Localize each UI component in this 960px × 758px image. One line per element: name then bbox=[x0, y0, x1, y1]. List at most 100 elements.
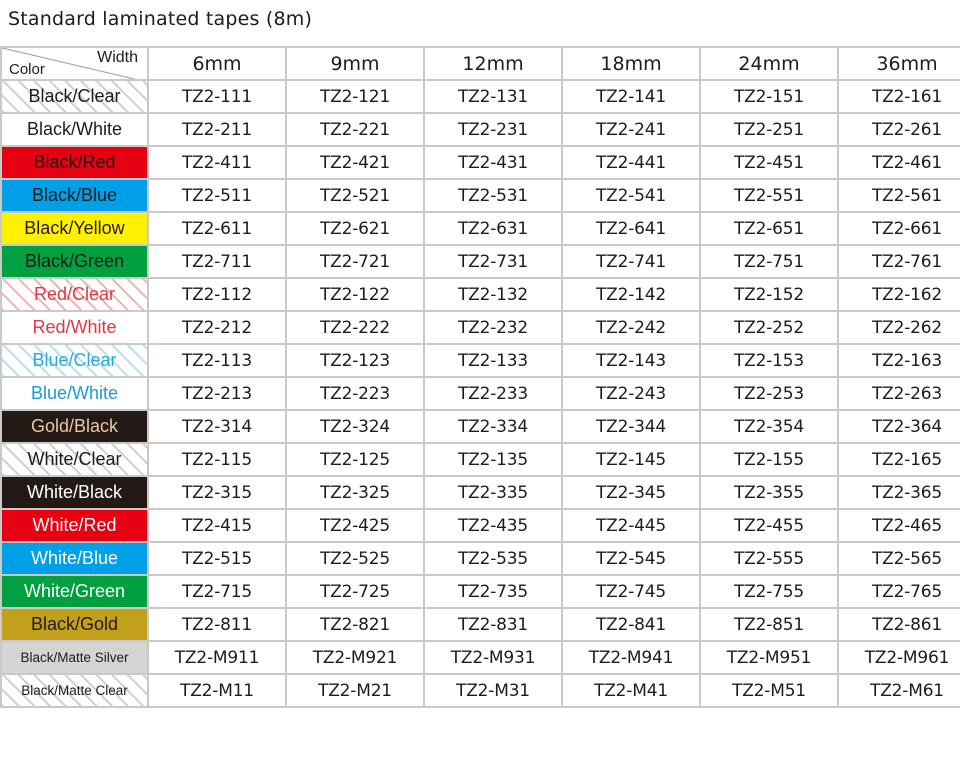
color-swatch-label: Black/Gold bbox=[30, 614, 119, 634]
color-swatch-cell: Blue/White bbox=[2, 378, 147, 409]
part-number-cell: TZ2-232 bbox=[425, 312, 561, 343]
color-swatch-cell: Blue/Clear bbox=[2, 345, 147, 376]
table-row: Red/White TZ2-212 TZ2-222 TZ2-232 TZ2-242 TZ2… bbox=[2, 312, 960, 343]
part-number-cell: TZ2-831 bbox=[425, 609, 561, 640]
part-number-cell: TZ2-M21 bbox=[287, 675, 423, 706]
part-number-cell: TZ2-345 bbox=[563, 477, 699, 508]
part-number-cell: TZ2-631 bbox=[425, 213, 561, 244]
tape-chart-page: Standard laminated tapes (8m) Width Colo… bbox=[0, 0, 960, 758]
table-row: Black/White TZ2-211 TZ2-221 TZ2-231 TZ2-241 T… bbox=[2, 114, 960, 145]
part-number-cell: TZ2-611 bbox=[149, 213, 285, 244]
part-number-cell: TZ2-641 bbox=[563, 213, 699, 244]
part-number-cell: TZ2-511 bbox=[149, 180, 285, 211]
table-row: Blue/White TZ2-213 TZ2-223 TZ2-233 TZ2-243 TZ… bbox=[2, 378, 960, 409]
color-swatch-label: Black/White bbox=[26, 119, 123, 139]
part-number-cell: TZ2-212 bbox=[149, 312, 285, 343]
part-number-cell: TZ2-222 bbox=[287, 312, 423, 343]
part-number-cell: TZ2-241 bbox=[563, 114, 699, 145]
part-number-cell: TZ2-461 bbox=[839, 147, 960, 178]
part-number-cell: TZ2-161 bbox=[839, 81, 960, 112]
part-number-cell: TZ2-252 bbox=[701, 312, 837, 343]
table-row: Black/Green TZ2-711 TZ2-721 TZ2-731 TZ2-741 T… bbox=[2, 246, 960, 277]
header-width-label: Width bbox=[97, 49, 138, 66]
color-swatch-cell: Black/Red bbox=[2, 147, 147, 178]
color-swatch-label: White/Red bbox=[32, 515, 117, 535]
color-swatch-label: Gold/Black bbox=[30, 416, 119, 436]
table-row: Black/Matte Silver TZ2-M911 TZ2-M921 TZ2-M9… bbox=[2, 642, 960, 673]
part-number-cell: TZ2-113 bbox=[149, 345, 285, 376]
part-number-cell: TZ2-M31 bbox=[425, 675, 561, 706]
part-number-cell: TZ2-465 bbox=[839, 510, 960, 541]
color-swatch-label: Black/Matte Silver bbox=[20, 650, 129, 665]
part-number-cell: TZ2-525 bbox=[287, 543, 423, 574]
part-number-cell: TZ2-125 bbox=[287, 444, 423, 475]
color-swatch-cell: Black/Matte Silver bbox=[2, 642, 147, 673]
part-number-cell: TZ2-721 bbox=[287, 246, 423, 277]
table-row: Blue/Clear TZ2-113 TZ2-123 TZ2-133 TZ2-143 TZ… bbox=[2, 345, 960, 376]
color-swatch-label: White/Clear bbox=[27, 449, 122, 469]
part-number-cell: TZ2-131 bbox=[425, 81, 561, 112]
table-row: Gold/Black TZ2-314 TZ2-324 TZ2-334 TZ2-344 TZ… bbox=[2, 411, 960, 442]
header-width-24mm: 24mm bbox=[701, 48, 837, 79]
part-number-cell: TZ2-355 bbox=[701, 477, 837, 508]
part-number-cell: TZ2-431 bbox=[425, 147, 561, 178]
header-corner-cell: Width Color bbox=[2, 48, 147, 79]
part-number-cell: TZ2-425 bbox=[287, 510, 423, 541]
part-number-cell: TZ2-761 bbox=[839, 246, 960, 277]
color-swatch-cell: Black/Blue bbox=[2, 180, 147, 211]
color-swatch-cell: White/Blue bbox=[2, 543, 147, 574]
table-row: White/Blue TZ2-515 TZ2-525 TZ2-535 TZ2-545 TZ… bbox=[2, 543, 960, 574]
table-row: White/Clear TZ2-115 TZ2-125 TZ2-135 TZ2-145 T… bbox=[2, 444, 960, 475]
part-number-cell: TZ2-515 bbox=[149, 543, 285, 574]
part-number-cell: TZ2-M61 bbox=[839, 675, 960, 706]
part-number-cell: TZ2-M951 bbox=[701, 642, 837, 673]
part-number-cell: TZ2-231 bbox=[425, 114, 561, 145]
color-swatch-label: Black/Red bbox=[33, 152, 116, 172]
part-number-cell: TZ2-112 bbox=[149, 279, 285, 310]
color-swatch-cell: Red/White bbox=[2, 312, 147, 343]
color-swatch-label: Black/Clear bbox=[28, 86, 121, 106]
tape-part-number-table: Width Color 6mm 9mm 12mm 18mm 24mm 36mm … bbox=[0, 46, 960, 708]
part-number-cell: TZ2-251 bbox=[701, 114, 837, 145]
color-swatch-label: Red/Clear bbox=[33, 284, 116, 304]
part-number-cell: TZ2-M911 bbox=[149, 642, 285, 673]
color-swatch-label: Blue/White bbox=[30, 383, 119, 403]
part-number-cell: TZ2-143 bbox=[563, 345, 699, 376]
color-swatch-label: Black/Matte Clear bbox=[21, 683, 128, 698]
color-swatch-cell: White/Clear bbox=[2, 444, 147, 475]
part-number-cell: TZ2-142 bbox=[563, 279, 699, 310]
table-body: Black/Clear TZ2-111 TZ2-121 TZ2-131 TZ2-141 T… bbox=[2, 81, 960, 706]
part-number-cell: TZ2-415 bbox=[149, 510, 285, 541]
part-number-cell: TZ2-M921 bbox=[287, 642, 423, 673]
part-number-cell: TZ2-211 bbox=[149, 114, 285, 145]
table-row: Black/Red TZ2-411 TZ2-421 TZ2-431 TZ2-441 TZ2… bbox=[2, 147, 960, 178]
part-number-cell: TZ2-541 bbox=[563, 180, 699, 211]
color-swatch-label: Red/White bbox=[32, 317, 117, 337]
part-number-cell: TZ2-121 bbox=[287, 81, 423, 112]
part-number-cell: TZ2-M41 bbox=[563, 675, 699, 706]
header-width-6mm: 6mm bbox=[149, 48, 285, 79]
part-number-cell: TZ2-811 bbox=[149, 609, 285, 640]
color-swatch-cell: Gold/Black bbox=[2, 411, 147, 442]
part-number-cell: TZ2-651 bbox=[701, 213, 837, 244]
color-swatch-cell: Black/White bbox=[2, 114, 147, 145]
color-swatch-cell: Black/Green bbox=[2, 246, 147, 277]
table-row: Black/Matte Clear TZ2-M11 TZ2-M21 TZ2-M31 TZ… bbox=[2, 675, 960, 706]
part-number-cell: TZ2-141 bbox=[563, 81, 699, 112]
part-number-cell: TZ2-861 bbox=[839, 609, 960, 640]
part-number-cell: TZ2-123 bbox=[287, 345, 423, 376]
part-number-cell: TZ2-233 bbox=[425, 378, 561, 409]
color-swatch-label: White/Blue bbox=[30, 548, 119, 568]
header-width-18mm: 18mm bbox=[563, 48, 699, 79]
part-number-cell: TZ2-M51 bbox=[701, 675, 837, 706]
table-row: Black/Gold TZ2-811 TZ2-821 TZ2-831 TZ2-841 TZ… bbox=[2, 609, 960, 640]
part-number-cell: TZ2-354 bbox=[701, 411, 837, 442]
table-row: Black/Clear TZ2-111 TZ2-121 TZ2-131 TZ2-141 T… bbox=[2, 81, 960, 112]
part-number-cell: TZ2-M941 bbox=[563, 642, 699, 673]
part-number-cell: TZ2-M961 bbox=[839, 642, 960, 673]
part-number-cell: TZ2-145 bbox=[563, 444, 699, 475]
part-number-cell: TZ2-165 bbox=[839, 444, 960, 475]
part-number-cell: TZ2-163 bbox=[839, 345, 960, 376]
part-number-cell: TZ2-335 bbox=[425, 477, 561, 508]
color-swatch-label: Black/Green bbox=[24, 251, 125, 271]
